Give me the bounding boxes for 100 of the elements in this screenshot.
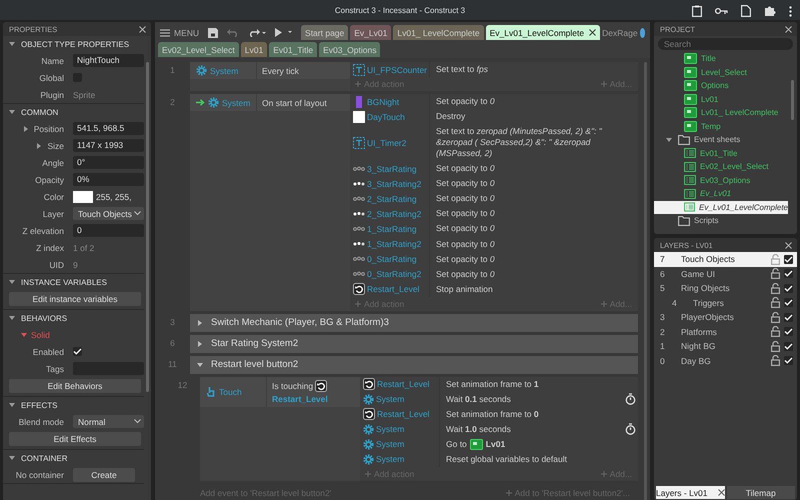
close-icon[interactable] [785, 242, 792, 248]
action-text[interactable]: Set opacity to 0 [436, 178, 495, 190]
save-icon[interactable] [208, 28, 218, 38]
action-text[interactable]: Set opacity to 0 [436, 254, 495, 265]
action-text[interactable]: Set text to fps [436, 64, 488, 76]
object-name[interactable]: 0_StarRating [367, 254, 417, 264]
event-sheet-item[interactable]: Ev_Lv01_LevelComplete [654, 200, 788, 214]
close-icon[interactable] [139, 26, 146, 32]
sheet-tab[interactable]: Start page [301, 25, 348, 40]
lock-icon[interactable] [771, 340, 780, 352]
panel-tab[interactable]: Layers - Lv01 [656, 486, 724, 499]
layout-item[interactable]: Temp [701, 122, 721, 131]
object-name[interactable]: 2_StarRating [367, 194, 417, 204]
event-block[interactable] [200, 376, 638, 481]
visibility-checkbox[interactable] [784, 312, 793, 322]
layout-item[interactable]: Title [701, 54, 716, 64]
action-text[interactable]: Set opacity to 0 [436, 223, 495, 235]
layout-item[interactable]: Lv01 [701, 94, 718, 104]
edit-button[interactable]: Edit Effects [9, 432, 141, 446]
collapse-arrow-icon[interactable] [9, 41, 15, 47]
key-icon[interactable] [715, 7, 728, 15]
clipboard-icon[interactable] [692, 5, 702, 17]
action-text[interactable]: Destroy [436, 111, 466, 122]
object-name[interactable]: 3_StarRating2 [367, 178, 422, 189]
condition-text[interactable]: Every tick [262, 66, 299, 76]
expand-arrow-icon[interactable] [22, 126, 29, 132]
collapse-arrow-icon[interactable] [666, 136, 672, 143]
visibility-checkbox[interactable] [784, 254, 793, 264]
visibility-checkbox[interactable] [784, 269, 793, 278]
action-text[interactable]: Set opacity to 0 [436, 96, 495, 108]
input-field[interactable]: NightTouch [73, 54, 144, 67]
condition-object[interactable]: System [190, 62, 257, 79]
layer-row[interactable]: 0 Day BG [654, 354, 797, 368]
object-name[interactable]: 1_StarRating2 [367, 239, 422, 250]
play-icon[interactable] [275, 28, 294, 37]
visibility-checkbox[interactable] [784, 356, 793, 366]
object-name[interactable]: Restart_Level [377, 409, 430, 420]
collapse-arrow-icon[interactable] [9, 402, 15, 408]
action-text[interactable]: Go to [446, 438, 467, 450]
section-header[interactable]: OBJECT TYPE PROPERTIES [21, 40, 130, 48]
event-sheet-item[interactable]: Ev_Lv01 [654, 187, 788, 200]
collapse-arrow-icon[interactable] [21, 332, 27, 338]
sheet-tab[interactable]: Ev_Lv01_LevelComplete [486, 25, 600, 40]
folder-item[interactable]: Event sheets [694, 135, 740, 144]
checkbox[interactable] [73, 347, 82, 356]
sheet-tab[interactable]: Lv01_ LevelComplete [393, 25, 484, 40]
layer-row[interactable]: 7 Touch Objects [654, 252, 797, 266]
object-name[interactable]: DayTouch [367, 112, 405, 122]
sheet-tab[interactable]: Lv01 [240, 42, 268, 57]
object-name[interactable]: System [376, 424, 404, 434]
lock-icon[interactable] [771, 355, 780, 366]
event-block[interactable] [190, 94, 638, 311]
collapse-arrow-icon[interactable] [9, 279, 15, 285]
condition-text[interactable]: On start of layout [262, 98, 327, 108]
scrollbar[interactable] [146, 62, 149, 392]
input-field[interactable]: 1147 x 1993 [73, 139, 144, 152]
puzzle-icon[interactable] [764, 5, 776, 17]
action-text[interactable]: Stop animation [436, 284, 493, 295]
action-text[interactable]: Reset global variables to default [446, 454, 567, 465]
document-icon[interactable] [741, 5, 751, 17]
event-sheet-item[interactable]: Ev01_Title [654, 146, 788, 160]
condition-object[interactable]: Touch [200, 376, 267, 407]
layer-row[interactable]: 6 Game UI [654, 266, 797, 281]
object-name[interactable]: UI_FPSCounter [367, 64, 427, 75]
lock-icon[interactable] [771, 268, 780, 280]
object-name[interactable]: 0_StarRating2 [367, 269, 422, 280]
section-header[interactable]: EFFECTS [21, 400, 58, 410]
edit-button[interactable]: Edit Behaviors [9, 379, 141, 393]
layer-row[interactable]: 3 PlayerObjects [654, 310, 797, 324]
color-swatch[interactable] [73, 190, 93, 202]
group-header[interactable]: Star Rating System2 [190, 334, 638, 353]
condition-text[interactable]: Is touching [272, 380, 314, 391]
sheet-tab[interactable]: Ev01_Title [269, 42, 318, 57]
layer-row[interactable]: 5 Ring Objects [654, 281, 797, 296]
create-button[interactable]: Create [73, 468, 135, 482]
object-name[interactable]: BGNight [367, 96, 400, 107]
close-icon[interactable] [718, 489, 724, 496]
dropdown[interactable]: Touch Objects [73, 207, 144, 220]
input-field[interactable]: 0% [73, 173, 144, 186]
layer-row[interactable]: 1 Night BG [654, 339, 797, 354]
object-name[interactable]: System [376, 439, 404, 450]
layer-row[interactable]: 2 Platforms [654, 324, 797, 339]
visibility-checkbox[interactable] [784, 327, 793, 336]
input-field[interactable]: 0 [73, 224, 144, 237]
group-header[interactable]: Switch Mechanic (Player, BG & Platform)3 [190, 314, 638, 332]
folder-item[interactable]: Scripts [694, 216, 718, 226]
condition-object[interactable]: System [190, 94, 257, 112]
color-value[interactable]: 255, 255, [96, 192, 132, 202]
visibility-checkbox[interactable] [784, 342, 793, 351]
redo-icon[interactable] [248, 28, 266, 36]
event-sheet-item[interactable]: Ev03_Options [654, 174, 788, 187]
panel-tab[interactable]: Tilemap [726, 486, 795, 499]
behavior-name[interactable]: Solid [31, 330, 50, 340]
menu-button[interactable]: MENU [160, 28, 200, 38]
object-name[interactable]: System [376, 454, 404, 464]
collapse-arrow-icon[interactable] [197, 362, 203, 368]
sheet-tab[interactable]: Ev_Lv01 [350, 25, 392, 40]
object-name[interactable]: Restart_Level [377, 379, 430, 390]
section-header[interactable]: INSTANCE VARIABLES [21, 278, 107, 286]
close-icon[interactable] [785, 26, 792, 32]
